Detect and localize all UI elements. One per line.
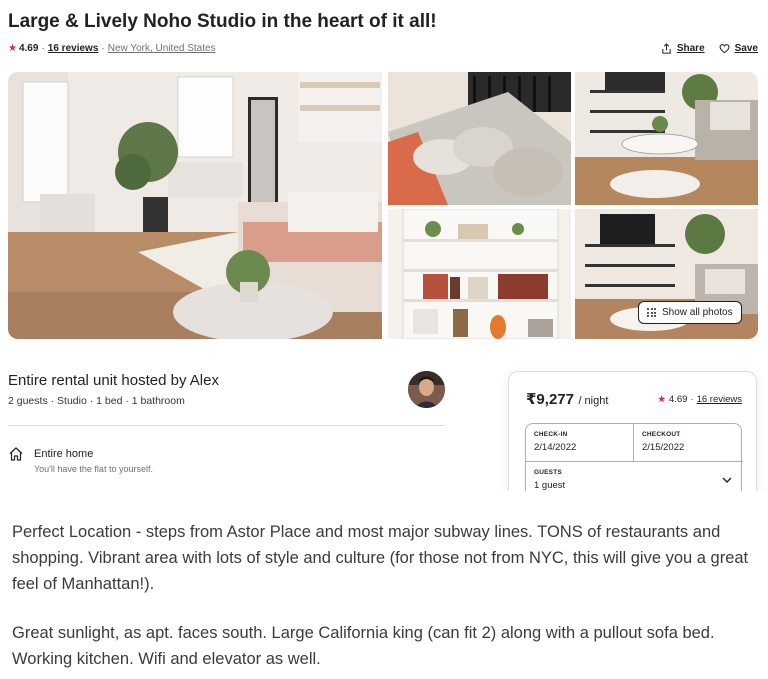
star-icon: ★ [657,394,666,405]
listing-title: Large & Lively Noho Studio in the heart … [8,11,437,32]
star-icon: ★ [8,43,17,54]
host-details: 2 guests · Studio · 1 bed · 1 bathroom [8,395,185,407]
save-button[interactable]: Save [719,43,758,54]
checkin-label: CHECK-IN [534,431,568,438]
show-all-photos-button[interactable]: Show all photos [638,301,742,324]
share-button[interactable]: Share [661,43,705,54]
show-all-photos-label: Show all photos [662,307,733,318]
avatar[interactable] [408,371,445,408]
checkin-field[interactable]: CHECK-IN 2/14/2022 [526,424,634,462]
chevron-down-icon [722,477,732,483]
booking-card: ₹9,277 / night ★ 4.69 · 16 reviews CHECK… [508,371,757,511]
photo-sofa[interactable] [388,72,571,205]
feature-description: You'll have the flat to yourself. [34,464,153,474]
photo-gallery: Show all photos [8,72,758,339]
description-paragraph: Perfect Location - steps from Astor Plac… [12,523,749,593]
share-icon [662,43,671,54]
price-amount: ₹9,277 [526,391,574,408]
photo-shelves[interactable] [388,209,571,339]
section-divider [8,425,445,426]
location-link[interactable]: New York, United States [108,43,216,54]
guests-label: GUESTS [534,469,562,476]
separator-dot: · [41,43,45,54]
price-unit: / night [578,395,609,407]
checkout-label: CHECKOUT [642,431,681,438]
booking-rating: ★ 4.69 · 16 reviews [657,394,742,405]
separator-dot: · [690,394,694,405]
guests-value: 1 guest [534,480,566,491]
price: ₹9,277 / night [526,390,608,409]
main-photo[interactable] [8,72,382,339]
checkin-value: 2/14/2022 [534,442,577,453]
share-label: Share [676,43,705,54]
home-icon [9,447,23,461]
checkout-value: 2/15/2022 [642,442,685,453]
host-title: Entire rental unit hosted by Alex [8,372,219,389]
checkout-field[interactable]: CHECKOUT 2/15/2022 [634,424,743,462]
booking-rating-value: 4.69 [668,394,688,405]
rating-value: 4.69 [18,43,39,54]
listing-meta: ★ 4.69 · 16 reviews · New York, United S… [8,43,216,54]
listing-description: Perfect Location - steps from Astor Plac… [12,519,757,672]
heart-icon [719,44,730,54]
reviews-link[interactable]: 16 reviews [48,43,99,54]
feature-title: Entire home [34,448,94,460]
grid-dots-icon [647,308,656,317]
separator-dot: · [101,43,105,54]
description-paragraph: Great sunlight, as apt. faces south. Lar… [12,624,715,668]
photo-living-room[interactable] [575,72,758,205]
save-label: Save [734,43,758,54]
listing-actions: Share Save [661,43,758,54]
booking-reviews-link[interactable]: 16 reviews [697,394,742,405]
